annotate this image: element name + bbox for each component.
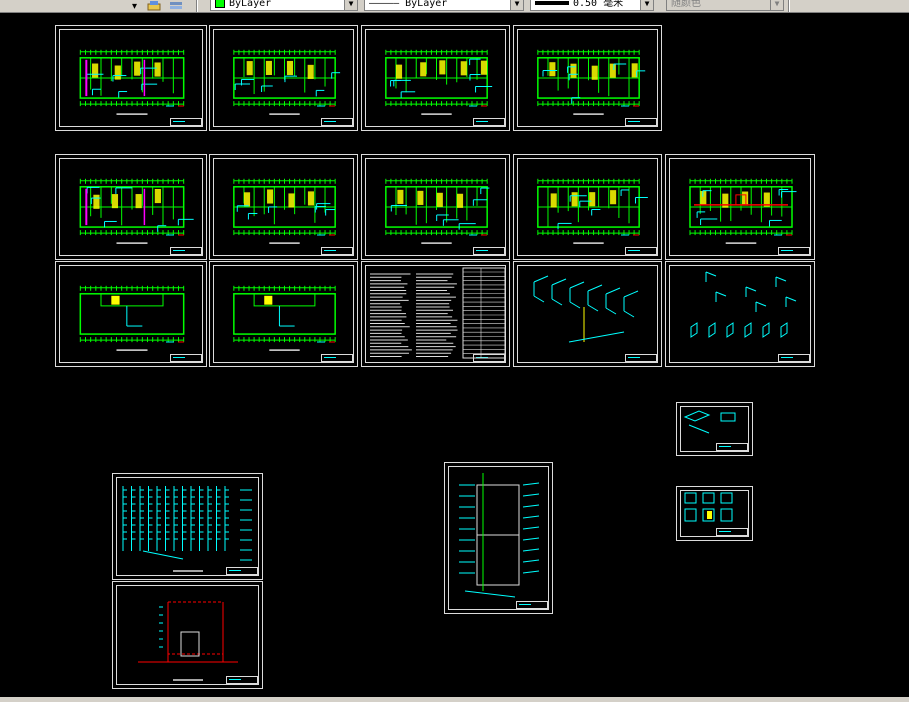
chevron-down-icon: ▼ [640,0,653,10]
sheet-drawing-notes-12 [370,267,506,359]
linetype-control-dropdown[interactable]: ————— ByLayer ▼ [364,0,524,11]
drawing-sheet-notes-12[interactable] [361,261,510,367]
linetype-preview: ————— [369,0,400,9]
isometric-pipe-diagram [533,275,639,343]
chevron-down-icon: ▼ [344,0,357,10]
linetype-value: ByLayer [405,0,448,9]
sheet-drawing-riser-19 [459,473,540,598]
drawing-sheet-riser-18[interactable] [112,581,263,689]
color-swatch-icon [215,0,225,8]
sheet-drawing-plan-03 [385,49,493,115]
sheet-drawing-iso-14 [690,271,797,338]
layer-previous-icon[interactable] [146,0,164,12]
floor-plan [537,178,648,244]
sheet-drawing-detail-16 [684,492,733,522]
sheet-drawing-detail-15 [683,410,736,434]
riser-diagram [138,601,238,681]
floor-plan [79,285,185,351]
floor-plan [385,49,493,115]
sheet-drawing-plan-02 [233,49,341,115]
floor-plan [79,178,194,244]
sheet-drawing-plan-09 [689,178,797,244]
floor-plan [385,178,490,244]
drawing-sheet-riser-17[interactable] [112,473,263,580]
riser-diagram [122,486,252,572]
drawing-sheet-plan-01[interactable] [55,25,207,131]
floor-plan [689,178,797,244]
sheet-drawing-plan-11 [233,285,336,351]
riser-diagram [459,473,540,598]
toolbar-separator [788,0,790,12]
isometric-pipe-diagram [690,271,797,338]
floor-plan [233,285,336,351]
drawing-sheet-plan-06[interactable] [209,154,358,260]
sheet-drawing-plan-05 [79,178,194,244]
sheet-drawing-riser-17 [122,486,252,572]
sheet-drawing-plan-04 [537,49,646,115]
floor-plan [537,49,646,115]
drawing-sheet-iso-13[interactable] [513,261,662,367]
floor-plan [233,49,341,115]
drawing-sheet-plan-03[interactable] [361,25,510,131]
color-value: ByLayer [229,0,272,9]
plotstyle-value: 随颜色 [671,0,701,9]
chevron-down-icon: ▼ [770,0,783,10]
plotstyle-control-dropdown[interactable]: 随颜色 ▼ [666,0,784,11]
toolbar-separator [196,0,198,12]
lineweight-value: 0.50 毫米 [573,0,624,9]
lineweight-control-dropdown[interactable]: 0.50 毫米 ▼ [530,0,654,11]
drawing-sheet-riser-19[interactable] [444,462,553,614]
sheet-drawing-plan-10 [79,285,185,351]
sheet-drawing-plan-08 [537,178,648,244]
drawing-sheet-plan-07[interactable] [361,154,510,260]
drawing-sheet-plan-09[interactable] [665,154,815,260]
color-control-dropdown[interactable]: ByLayer ▼ [210,0,358,11]
drawing-canvas[interactable] [0,13,909,702]
drawing-sheet-plan-04[interactable] [513,25,662,131]
floor-plan [79,49,185,115]
layer-states-icon[interactable] [168,0,186,12]
drawing-sheet-plan-10[interactable] [55,261,207,367]
drawing-sheet-iso-14[interactable] [665,261,815,367]
drawing-sheet-detail-15[interactable] [676,402,753,456]
sheet-drawing-iso-13 [533,275,639,343]
status-bar [0,697,909,702]
chevron-down-icon: ▼ [510,0,523,10]
detail-drawing [684,492,733,522]
dropdown-arrow-icon[interactable]: ▾ [132,0,142,12]
drawing-sheet-plan-02[interactable] [209,25,358,131]
sheet-drawing-plan-07 [385,178,490,244]
sheet-drawing-riser-18 [138,601,238,681]
floor-plan [233,178,336,244]
detail-drawing [683,410,736,434]
design-notes [370,267,506,359]
drawing-sheet-detail-16[interactable] [676,486,753,541]
lineweight-preview [535,1,569,5]
properties-toolbar: ▾ ByLayer ▼ ————— ByLayer ▼ 0.50 毫米 ▼ 随颜… [0,0,909,13]
sheet-drawing-plan-06 [233,178,336,244]
sheet-drawing-plan-01 [79,49,185,115]
drawing-sheet-plan-05[interactable] [55,154,207,260]
drawing-sheet-plan-11[interactable] [209,261,358,367]
drawing-sheet-plan-08[interactable] [513,154,662,260]
